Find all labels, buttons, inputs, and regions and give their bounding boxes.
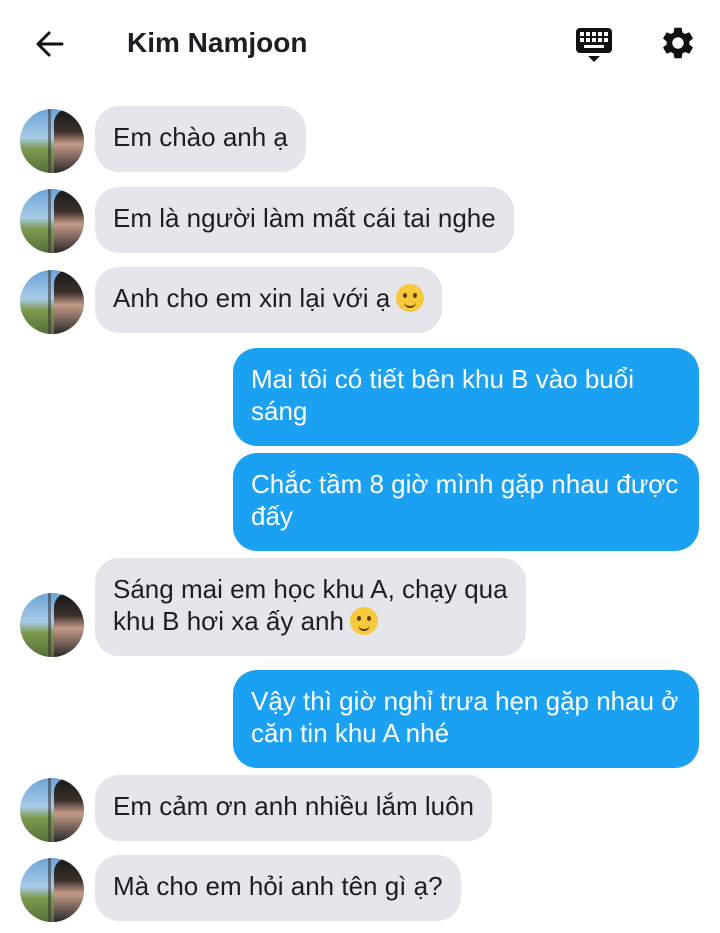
message-incoming[interactable]: Sáng mai em học khu A, chạy qua khu B hơ… (95, 558, 526, 656)
message-text-line: Sáng mai em học khu A, chạy qua (113, 574, 508, 604)
message-text: Anh cho em xin lại với ạ (113, 283, 391, 313)
smiling-face-icon (396, 284, 425, 312)
message-outgoing[interactable]: Mai tôi có tiết bên khu B vào buổi sáng (233, 348, 699, 446)
message-text: Chắc tầm 8 giờ mình gặp nhau được đấy (251, 469, 679, 531)
contact-avatar[interactable] (20, 109, 84, 173)
message-text: Em chào anh ạ (113, 122, 288, 152)
message-outgoing[interactable]: Vậy thì giờ nghỉ trưa hẹn gặp nhau ở căn… (233, 670, 699, 768)
keyboard-icon (576, 28, 612, 62)
message-incoming[interactable]: Em chào anh ạ (95, 106, 306, 172)
contact-avatar[interactable] (20, 858, 84, 922)
contact-avatar[interactable] (20, 778, 84, 842)
contact-avatar[interactable] (20, 593, 84, 657)
contact-avatar[interactable] (20, 189, 84, 253)
message-incoming[interactable]: Em là người làm mất cái tai nghe (95, 187, 514, 253)
keyboard-button[interactable] (571, 22, 617, 68)
smiling-face-with-tear-icon (349, 607, 378, 635)
message-text: Em cảm ơn anh nhiều lắm luôn (113, 791, 475, 821)
message-text: Mà cho em hỏi anh tên gì ạ? (113, 871, 443, 901)
gear-icon (663, 27, 693, 59)
message-incoming[interactable]: Mà cho em hỏi anh tên gì ạ? (95, 855, 461, 921)
message-text: Mai tôi có tiết bên khu B vào buổi sáng (251, 364, 635, 426)
message-text: Em là người làm mất cái tai nghe (113, 203, 496, 233)
contact-name: Kim Namjoon (127, 27, 308, 58)
contact-avatar[interactable] (20, 270, 84, 334)
settings-button[interactable] (655, 20, 701, 66)
message-text-line: khu B hơi xa ấy anh (113, 606, 344, 636)
message-incoming[interactable]: Em cảm ơn anh nhiều lắm luôn (95, 775, 493, 841)
message-incoming[interactable]: Anh cho em xin lại với ạ (95, 267, 443, 333)
message-outgoing[interactable]: Chắc tầm 8 giờ mình gặp nhau được đấy (233, 453, 699, 551)
back-button[interactable] (28, 22, 72, 66)
message-text: Vậy thì giờ nghỉ trưa hẹn gặp nhau ở căn… (251, 686, 679, 748)
chat-header: Kim Namjoon (0, 0, 720, 85)
arrow-left-icon (36, 31, 64, 57)
